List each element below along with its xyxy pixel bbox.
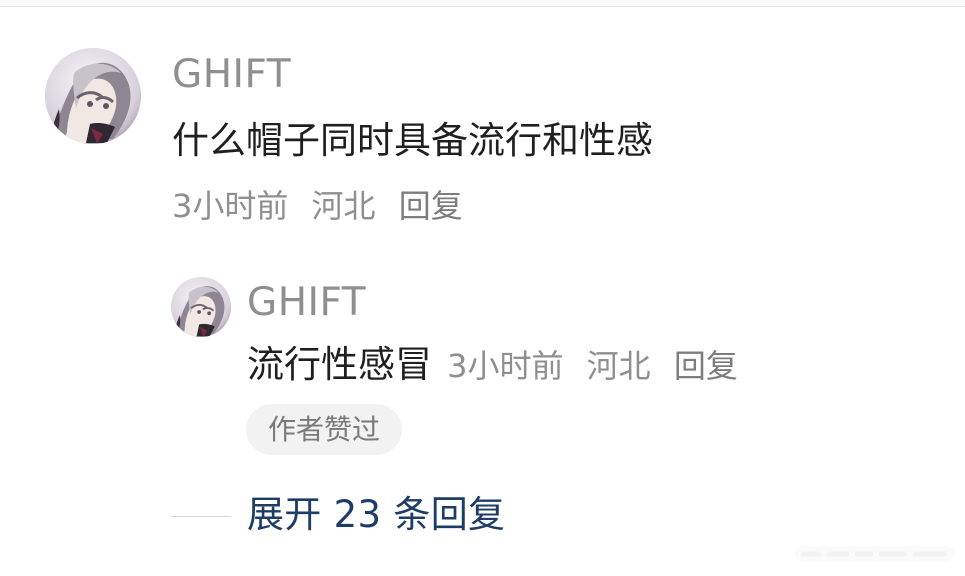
comment-text: 什么帽子同时具备流行和性感 bbox=[172, 119, 653, 162]
commenter-username[interactable]: GHIFT bbox=[172, 55, 291, 94]
commenter-avatar[interactable] bbox=[45, 48, 141, 144]
reply-reply-button[interactable]: 回复 bbox=[674, 347, 738, 385]
expand-divider bbox=[171, 516, 231, 517]
reply-time: 3小时前 bbox=[447, 347, 564, 385]
comment-meta: 3小时前 河北 回复 bbox=[172, 190, 476, 222]
expand-replies-link[interactable]: 展开 23 条回复 bbox=[247, 496, 505, 533]
reply-text: 流行性感冒 bbox=[247, 343, 432, 386]
reply-avatar[interactable] bbox=[171, 277, 231, 337]
comment-reply-button[interactable]: 回复 bbox=[399, 187, 463, 225]
comment-thread: GHIFT 什么帽子同时具备流行和性感 3小时前 河北 回复 GHIFT 流行性… bbox=[0, 0, 965, 576]
reply-location: 河北 bbox=[586, 347, 651, 385]
watermark-icon bbox=[795, 546, 955, 562]
author-liked-badge: 作者赞过 bbox=[246, 404, 402, 455]
reply-username[interactable]: GHIFT bbox=[247, 283, 366, 322]
reply-meta: 3小时前 河北 回复 bbox=[447, 347, 751, 385]
reply-row: 流行性感冒 3小时前 河北 回复 bbox=[247, 346, 751, 383]
comment-location: 河北 bbox=[311, 187, 376, 225]
top-divider bbox=[0, 0, 965, 7]
comment-time: 3小时前 bbox=[172, 187, 289, 225]
avatar-icon bbox=[45, 48, 141, 144]
avatar-icon bbox=[171, 277, 231, 337]
